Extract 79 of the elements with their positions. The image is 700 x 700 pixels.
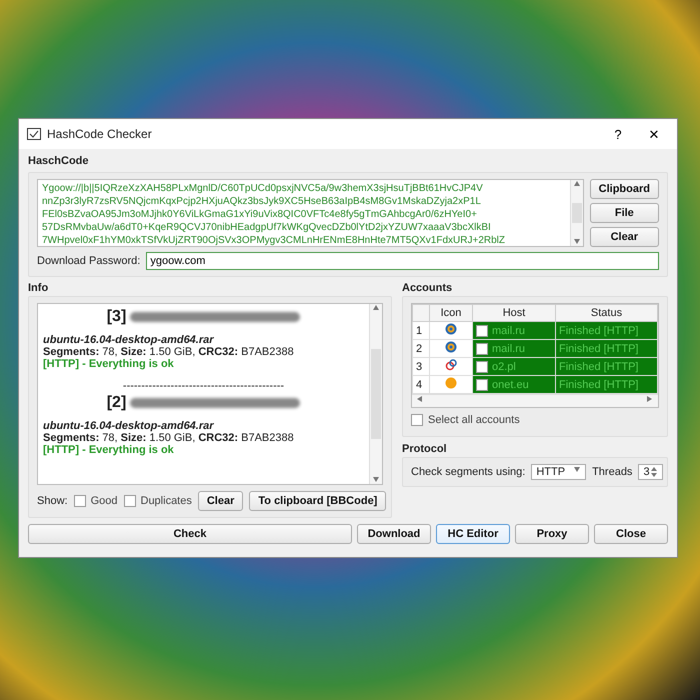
window-title: HashCode Checker xyxy=(47,127,153,141)
file-details: Segments: 78, Size: 1.50 GiB, CRC32: B7AB2388 xyxy=(43,346,295,358)
status-cell: Finished [HTTP] xyxy=(556,340,658,358)
file-name: ubuntu-16.04-desktop-amd64.rar xyxy=(43,420,215,432)
checkbox[interactable] xyxy=(476,342,488,354)
section-title: Protocol xyxy=(402,443,448,455)
file-name: ubuntu-16.04-desktop-amd64.rar xyxy=(43,334,215,346)
show-label: Show: xyxy=(37,495,68,507)
status-cell: Finished [HTTP] xyxy=(556,376,658,394)
host-name: o2.pl xyxy=(492,360,516,372)
info-button[interactable]: Clear xyxy=(198,491,244,511)
column-header[interactable]: Icon xyxy=(430,304,472,322)
checkbox[interactable] xyxy=(476,324,488,336)
protocol-dropdown[interactable]: HTTP xyxy=(531,464,586,480)
checkbox[interactable] xyxy=(74,495,86,507)
check-status: [HTTP] - Everything is ok xyxy=(43,358,175,370)
scrollbar-thumb[interactable] xyxy=(572,203,582,223)
checkbox[interactable] xyxy=(476,378,488,390)
hash-line: FEl0sBZvaOA95Jm3oMJjhk0Y6ViLkGmaG1xYi9uVix8QIC0VFTc4e8fy5gTmGAhbcgAr0/6zHYeI0+ xyxy=(42,208,478,221)
section-title: Accounts xyxy=(402,282,454,294)
checkbox-label: Duplicates xyxy=(140,495,192,507)
ball-icon xyxy=(445,377,457,389)
hashcode-button[interactable]: Clipboard xyxy=(590,179,659,199)
status-cell: Finished [HTTP] xyxy=(556,322,658,340)
host-name: mail.ru xyxy=(492,342,526,354)
scrollbar[interactable] xyxy=(570,180,583,246)
scrollbar[interactable] xyxy=(369,304,382,484)
hash-line: nnZp3r3lyR7zsRV5NQjcmKqxPcjp2HXjuAQkz3bsJyk9XC5HseB63aIpB4sM8Gv1MskaDZyja2xP1L xyxy=(42,195,482,208)
info-button[interactable]: To clipboard [BBCode] xyxy=(249,491,386,511)
check-button[interactable]: Check xyxy=(28,524,352,544)
up-arrow-icon[interactable] xyxy=(572,180,581,188)
footer-button[interactable]: Proxy xyxy=(515,524,589,544)
help-button[interactable]: ? xyxy=(603,126,633,142)
host-name: onet.eu xyxy=(492,378,529,390)
close-button[interactable]: ✕ xyxy=(639,126,669,142)
hashcode-button[interactable]: Clear xyxy=(590,227,659,247)
hashcode-field[interactable] xyxy=(37,179,584,247)
hashcode-button[interactable]: File xyxy=(590,203,659,223)
status-cell: Finished [HTTP] xyxy=(556,358,658,376)
up-arrow-icon[interactable] xyxy=(372,304,380,312)
hash-line: 57DsRMvbaUw/a6dT0+KqeR9QCVJ70nibHEadgpUf7kWKgQvecDZb0lYtD2jxYZUW7xaaaV3bcXlkBI xyxy=(42,221,492,234)
checkbox-label: Good xyxy=(90,495,118,507)
footer-button[interactable]: Download xyxy=(357,524,431,544)
footer-button[interactable]: Close xyxy=(594,524,668,544)
file-details: Segments: 78, Size: 1.50 GiB, CRC32: B7AB2388 xyxy=(43,432,295,444)
section-title: HaschCode xyxy=(28,155,90,167)
rings-icon xyxy=(445,359,457,371)
row-number: 2 xyxy=(412,340,430,358)
check-status: [HTTP] - Everything is ok xyxy=(43,444,175,456)
hash-line: 7WHpvel0xF1hYM0xkTSfVkUjZRT90OjSVx3OPMygv3CMLnHrENmE8HnHte7MT5QXv1FdxURJ+2RblZ xyxy=(42,234,506,246)
checkbox[interactable] xyxy=(476,360,488,372)
scrollbar-thumb[interactable] xyxy=(371,349,381,439)
threads-spinbox[interactable]: 3 xyxy=(638,464,663,480)
right-arrow-icon[interactable] xyxy=(646,395,654,403)
entry-index: [2] xyxy=(106,394,126,412)
host-name: mail.ru xyxy=(492,324,526,336)
down-arrow-icon[interactable] xyxy=(372,476,380,484)
field-label: Download Password: xyxy=(37,255,140,267)
app-icon xyxy=(27,128,41,140)
down-arrow-icon[interactable] xyxy=(573,466,582,474)
down-arrow-icon[interactable] xyxy=(572,238,581,246)
field-label: Check segments using: xyxy=(411,466,526,478)
column-header[interactable]: Host xyxy=(472,304,556,322)
separator-text: -------------------------------------------- xyxy=(122,380,286,392)
checkbox[interactable] xyxy=(124,495,136,507)
column-header[interactable]: Status xyxy=(556,304,658,322)
footer-button[interactable]: HC Editor xyxy=(436,524,510,544)
checkbox[interactable] xyxy=(411,414,423,426)
horizontal-scrollbar[interactable] xyxy=(412,394,658,407)
field-label: Threads xyxy=(592,466,632,478)
section-title: Info xyxy=(28,282,50,294)
checkbox-label: Select all accounts xyxy=(428,414,520,426)
row-number: 1 xyxy=(412,322,430,340)
left-arrow-icon[interactable] xyxy=(416,395,424,403)
spin-arrows-icon[interactable] xyxy=(650,466,658,478)
entry-index: [3] xyxy=(106,308,126,326)
row-number: 3 xyxy=(412,358,430,376)
password-field[interactable]: ygoow.com xyxy=(146,252,659,270)
hash-line: Ygoow://|b||5IQRzeXzXAH58PLxMgnlD/C60TpUCd0psxjNVC5a/9w3hemX3sjHsuTjBBt61HvCJP4V xyxy=(42,182,484,195)
